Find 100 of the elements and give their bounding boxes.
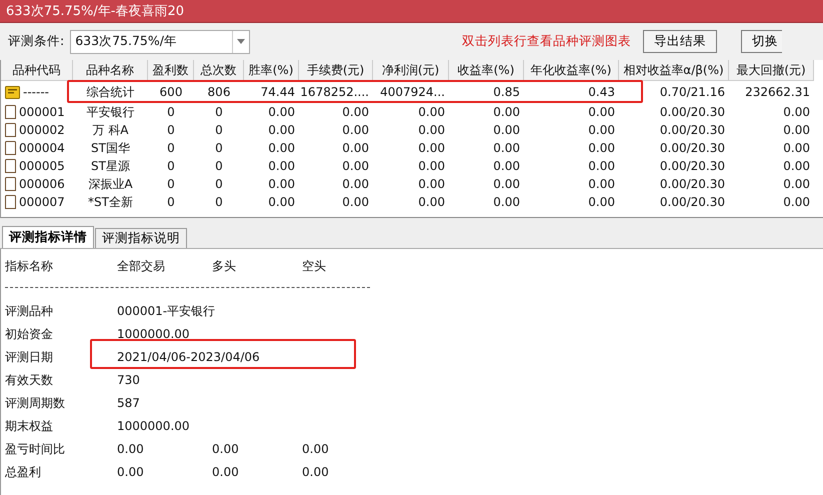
metric-name: 初始资金 <box>5 326 53 343</box>
metric-name: 期末权益 <box>5 418 53 435</box>
metric-value: 0.00 <box>302 464 329 481</box>
column-label: 多头 <box>212 258 236 274</box>
table-cell: 0.00 <box>342 195 369 209</box>
table-cell: 0.00 <box>342 159 369 173</box>
table-cell: 0 <box>167 141 175 155</box>
table-cell: 0.00 <box>268 195 295 209</box>
table-cell: 0.00 <box>588 177 615 191</box>
table-cell: 0 <box>167 159 175 173</box>
document-icon <box>5 159 16 173</box>
table-cell: 0.00 <box>493 195 520 209</box>
table-cell: 0.00/20.30 <box>660 177 725 191</box>
metric-value: 0.00 <box>302 441 329 458</box>
table-cell: 0 <box>215 195 223 209</box>
condition-dropdown[interactable]: 633次75.75%/年 <box>70 30 250 54</box>
table-cell: 0.00 <box>783 141 810 155</box>
table-cell: 深振业A <box>88 176 133 192</box>
document-icon <box>5 105 16 119</box>
table-cell: 0 <box>215 141 223 155</box>
table-cell: 万 科A <box>92 122 129 138</box>
metric-name: 总盈利 <box>5 464 41 481</box>
table-cell: 0.70/21.16 <box>660 85 725 99</box>
table-cell: 1678252.... <box>300 85 369 99</box>
table-cell: 0.00 <box>493 159 520 173</box>
table-cell: 0.00 <box>268 159 295 173</box>
metric-value: 0.00 <box>117 441 144 458</box>
document-icon <box>5 141 16 155</box>
metric-name: 评测日期 <box>5 349 53 366</box>
table-cell: 0.00 <box>783 105 810 119</box>
table-cell: 0.00/20.30 <box>660 141 725 155</box>
document-icon <box>5 123 16 137</box>
column-header[interactable]: 净利润(元) <box>373 60 449 81</box>
table-cell: 232662.31 <box>745 85 810 99</box>
table-cell: 0.00 <box>783 195 810 209</box>
tab[interactable]: 评测指标说明 <box>95 228 187 248</box>
document-icon <box>5 195 16 209</box>
table-cell: 0.00 <box>588 123 615 137</box>
hint-text: 双击列表行查看品种评测图表 <box>462 33 632 50</box>
splitter-bar[interactable] <box>0 218 823 226</box>
table-cell: 0.00 <box>418 159 445 173</box>
table-cell: 0.00 <box>418 195 445 209</box>
table-cell: 0.00/20.30 <box>660 159 725 173</box>
tab[interactable]: 评测指标详情 <box>2 226 94 248</box>
table-cell: 0.00 <box>588 141 615 155</box>
export-button[interactable]: 导出结果 <box>643 30 718 53</box>
table-cell: 0 <box>167 105 175 119</box>
column-label: 空头 <box>302 258 326 274</box>
metric-value: 2021/04/06-2023/04/06 <box>117 349 260 366</box>
metric-value: 0.00 <box>212 441 239 458</box>
table-cell: 0.00 <box>418 105 445 119</box>
metric-value: 1000000.00 <box>117 418 190 435</box>
table-cell: 0.00/20.30 <box>660 195 725 209</box>
table-cell: 0.43 <box>588 85 615 99</box>
table-cell: 0.00/20.30 <box>660 123 725 137</box>
table-cell: 0.00 <box>268 177 295 191</box>
metric-value: 000001-平安银行 <box>117 303 216 320</box>
table-cell: 0.00 <box>342 177 369 191</box>
table-cell: 0 <box>215 123 223 137</box>
table-cell: 000001 <box>19 105 65 119</box>
table-cell: 0.00 <box>783 159 810 173</box>
column-header[interactable]: 年化收益率(%) <box>524 60 619 81</box>
metric-name: 有效天数 <box>5 372 53 389</box>
table-cell: 000002 <box>19 123 65 137</box>
metric-value: 0.00 <box>117 464 144 481</box>
table-cell: 0 <box>167 195 175 209</box>
table-cell: 0 <box>167 123 175 137</box>
condition-label: 评测条件: <box>8 33 64 50</box>
table-cell: 000005 <box>19 159 65 173</box>
column-header[interactable]: 收益率(%) <box>449 60 524 81</box>
column-header[interactable]: 品种名称 <box>73 60 148 81</box>
table-cell: 74.44 <box>260 85 295 99</box>
table-cell: 0.00 <box>268 123 295 137</box>
column-header[interactable]: 相对收益率α/β(%) <box>619 60 729 81</box>
table-cell: 0 <box>215 105 223 119</box>
table-cell: 0.00 <box>342 141 369 155</box>
table-cell: 0.00 <box>342 105 369 119</box>
table-cell: 000007 <box>19 195 65 209</box>
column-header[interactable]: 盈利数 <box>148 60 194 81</box>
table-cell: 综合统计 <box>86 84 134 100</box>
table-cell: 0.00 <box>493 105 520 119</box>
table-cell: 0.00 <box>783 123 810 137</box>
column-header[interactable]: 品种代码 <box>1 60 73 81</box>
table-cell: 000004 <box>19 141 65 155</box>
table-cell: 0.00 <box>268 141 295 155</box>
table-cell: 平安银行 <box>86 104 134 120</box>
table-cell: 0.85 <box>493 85 520 99</box>
column-header[interactable]: 胜率(%) <box>244 60 299 81</box>
metric-value: 0.00 <box>212 464 239 481</box>
column-label: 指标名称 <box>5 258 53 274</box>
metric-name: 盈亏时间比 <box>5 441 65 458</box>
column-header[interactable]: 总次数 <box>194 60 244 81</box>
table-cell: 4007924... <box>380 85 445 99</box>
dropdown-arrow-icon <box>237 39 246 44</box>
table-cell: 0.00 <box>493 141 520 155</box>
switch-button[interactable]: 切换 <box>741 30 782 53</box>
table-cell: 0.00 <box>418 177 445 191</box>
column-header[interactable]: 手续费(元) <box>299 60 373 81</box>
metric-name: 评测品种 <box>5 303 53 320</box>
column-header[interactable]: 最大回撤(元) <box>729 60 814 81</box>
